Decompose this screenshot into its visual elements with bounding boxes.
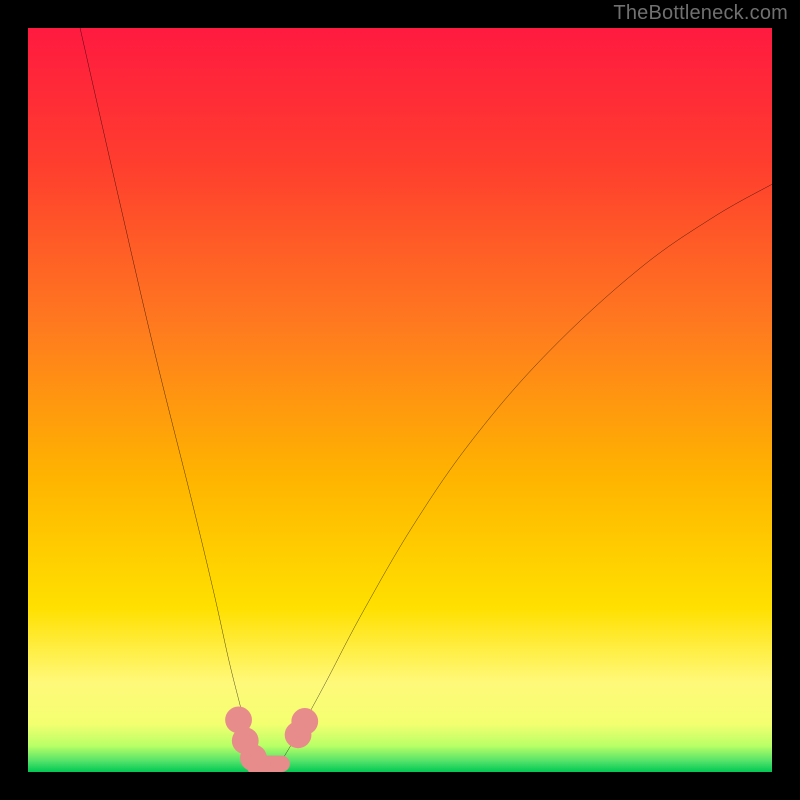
watermark-text: TheBottleneck.com bbox=[613, 2, 788, 25]
bottleneck-chart bbox=[28, 28, 772, 772]
chart-stage: TheBottleneck.com bbox=[0, 0, 800, 800]
valley-marker-5 bbox=[291, 708, 318, 735]
gradient-background bbox=[28, 28, 772, 772]
